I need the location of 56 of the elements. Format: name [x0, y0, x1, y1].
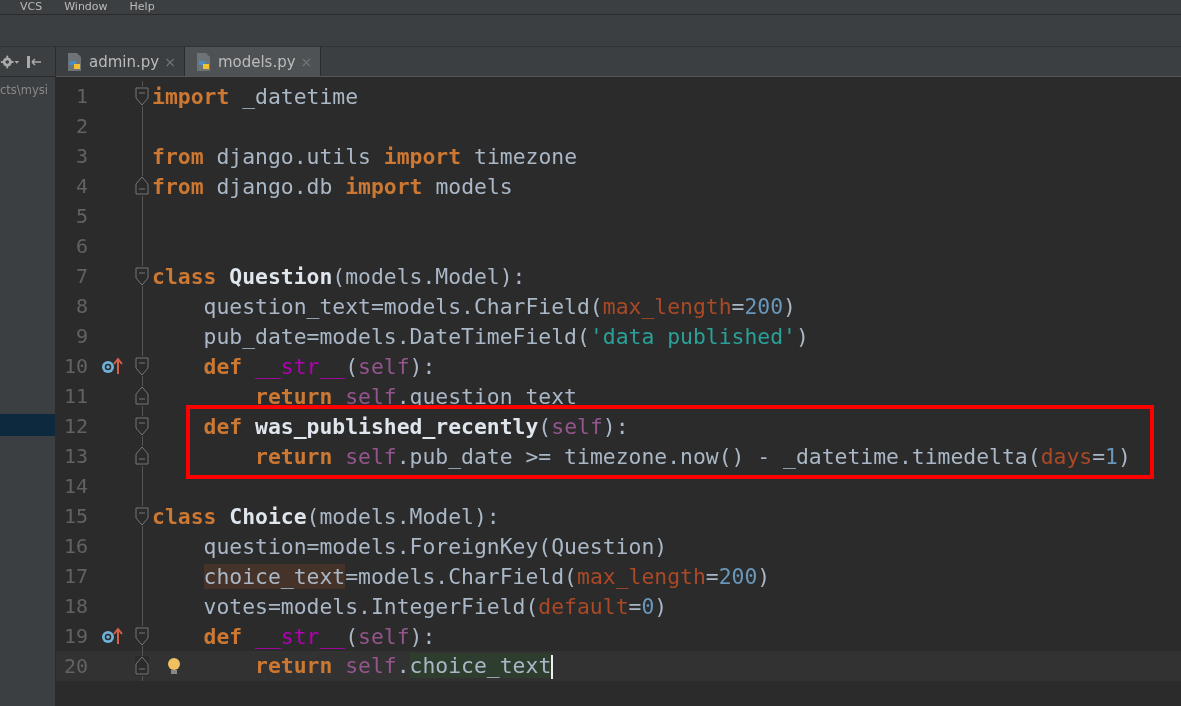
- line-number: 12: [62, 414, 88, 438]
- override-marker-icon[interactable]: [101, 626, 123, 646]
- line-number: 1: [74, 84, 88, 108]
- line-number: 18: [62, 594, 88, 618]
- line-number: 16: [62, 534, 88, 558]
- code-line: votes=models.IntegerField(default=0): [202, 593, 668, 619]
- override-marker-icon[interactable]: [101, 356, 123, 376]
- line-number: 15: [62, 504, 88, 528]
- code-line: class Choice(models.Model):: [151, 503, 500, 529]
- line-number: 6: [74, 234, 88, 258]
- fold-marker-icon[interactable]: [135, 446, 149, 466]
- line-number: 3: [74, 144, 88, 168]
- python-file-icon: [66, 51, 84, 72]
- code-line: return self.question_text: [254, 383, 577, 409]
- code-line: return self.choice_text: [254, 653, 554, 679]
- code-line: def __str__(self):: [202, 353, 436, 379]
- line-number: 10: [62, 354, 88, 378]
- line-number: 19: [62, 624, 88, 648]
- line-number: 7: [74, 264, 88, 288]
- menu-item[interactable]: Help: [129, 1, 155, 13]
- fold-marker-icon[interactable]: [135, 266, 149, 286]
- line-number: 4: [74, 174, 88, 198]
- fold-marker-icon[interactable]: [135, 416, 149, 436]
- code-line: from django.utils import timezone: [151, 143, 578, 169]
- code-line: class Question(models.Model):: [151, 263, 526, 289]
- hide-panel-icon[interactable]: [26, 53, 42, 70]
- line-number: 13: [62, 444, 88, 468]
- line-number: 8: [74, 294, 88, 318]
- project-path: cts\mysi: [0, 82, 49, 99]
- fold-marker-icon[interactable]: [135, 176, 149, 196]
- python-file-icon: [194, 51, 213, 72]
- code-line: from django.db import models: [151, 173, 513, 199]
- fold-marker-icon[interactable]: [135, 86, 149, 106]
- fold-marker-icon[interactable]: [135, 626, 149, 646]
- lightbulb-icon[interactable]: [166, 656, 182, 676]
- code-line: def was_published_recently(self):: [202, 413, 629, 439]
- line-number: 5: [74, 204, 88, 228]
- code-line: choice_text=models.CharField(max_length=200): [202, 563, 771, 589]
- code-line: def __str__(self):: [202, 623, 436, 649]
- line-number: 11: [62, 384, 88, 408]
- menu-item[interactable]: VCS: [20, 1, 43, 13]
- code-line: question_text=models.CharField(max_length=200): [202, 293, 796, 319]
- line-number: 9: [74, 324, 88, 348]
- fold-marker-icon[interactable]: [135, 356, 149, 376]
- code-line: import _datetime: [151, 83, 359, 109]
- fold-marker-icon[interactable]: [135, 386, 149, 406]
- code-line: question=models.ForeignKey(Question): [202, 533, 668, 559]
- file-tab[interactable]: models.py ×: [184, 47, 322, 76]
- fold-marker-icon[interactable]: [135, 656, 149, 676]
- code-line: return self.pub_date >= timezone.now() - _datetime.timedelta(days=1): [254, 443, 1131, 469]
- fold-marker-icon[interactable]: [135, 506, 149, 526]
- line-number: 2: [74, 114, 88, 138]
- line-number: 14: [62, 474, 88, 498]
- menu-item[interactable]: Window: [64, 1, 108, 13]
- code-line: pub_date=models.DateTimeField('data published'): [202, 323, 809, 349]
- line-number: 17: [62, 564, 88, 588]
